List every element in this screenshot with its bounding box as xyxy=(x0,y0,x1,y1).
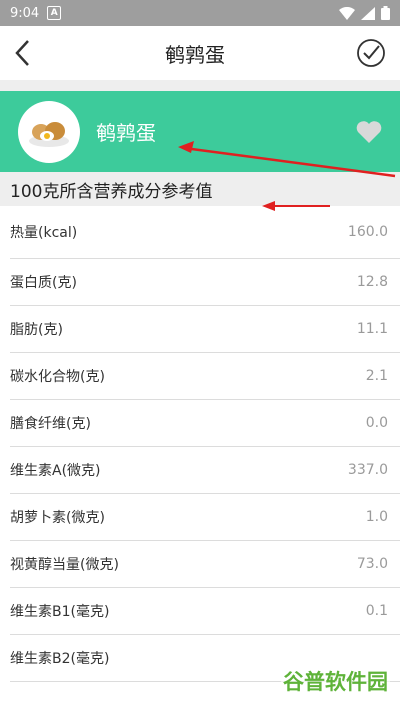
page-title: 鹌鹑蛋 xyxy=(165,42,225,67)
nutrient-value: 337.0 xyxy=(347,462,388,478)
nutrient-row: 碳水化合物(克) 2.1 xyxy=(10,353,400,400)
nutrient-value: 1.0 xyxy=(365,509,388,525)
signal-icon xyxy=(361,6,375,20)
nutrient-row: 视黄醇当量(微克) 73.0 xyxy=(10,541,400,588)
nutrient-value: 160.0 xyxy=(347,224,388,240)
nutrient-row: 脂肪(克) 11.1 xyxy=(10,306,400,353)
nutrient-label: 膳食纤维(克) xyxy=(10,416,91,432)
nutrient-label: 蛋白质(克) xyxy=(10,275,77,291)
notification-a-icon: A xyxy=(47,6,62,20)
title-bar: 鹌鹑蛋 xyxy=(0,26,400,80)
food-name: 鹌鹑蛋 xyxy=(96,121,156,145)
nutrition-list: 热量(kcal) 160.0 蛋白质(克) 12.8 脂肪(克) 11.1 碳水化合物… xyxy=(0,206,400,682)
nutrient-value: 12.8 xyxy=(356,274,388,290)
nutrient-value: 11.1 xyxy=(356,321,388,337)
nutrient-label: 脂肪(克) xyxy=(10,322,63,338)
nutrient-value: 0.1 xyxy=(365,603,388,619)
nutrient-label: 视黄醇当量(微克) xyxy=(10,557,119,573)
nutrient-label: 维生素B2(毫克) xyxy=(10,651,110,667)
nutrient-row: 维生素A(微克) 337.0 xyxy=(10,447,400,494)
nutrient-label: 胡萝卜素(微克) xyxy=(10,510,105,526)
nutrient-value: 73.0 xyxy=(356,556,388,572)
nutrient-row: 蛋白质(克) 12.8 xyxy=(10,259,400,306)
annotation-arrow-icon xyxy=(262,201,330,211)
annotation-arrow-icon xyxy=(178,141,396,178)
wifi-icon xyxy=(339,6,355,20)
watermark: 谷普软件园 xyxy=(281,666,390,696)
nutrient-row: 维生素B1(毫克) 0.1 xyxy=(10,588,400,635)
nutrient-label: 碳水化合物(克) xyxy=(10,369,105,385)
battery-icon xyxy=(381,6,390,20)
nutrient-row: 膳食纤维(克) 0.0 xyxy=(10,400,400,447)
status-time: 9:04 xyxy=(10,5,40,21)
nutrient-label: 维生素A(微克) xyxy=(10,463,101,479)
status-bar: 9:04 A xyxy=(0,0,400,26)
check-circle-icon[interactable] xyxy=(356,38,386,68)
egg-image-icon xyxy=(29,121,69,147)
nutrient-value: 0.0 xyxy=(365,415,388,431)
nutrient-row: 胡萝卜素(微克) 1.0 xyxy=(10,494,400,541)
nutrient-label: 热量(kcal) xyxy=(10,225,78,241)
nutrient-label: 维生素B1(毫克) xyxy=(10,604,110,620)
divider-gap xyxy=(0,80,400,91)
back-arrow-icon[interactable] xyxy=(12,38,34,68)
nutrient-row: 热量(kcal) 160.0 xyxy=(10,206,400,259)
food-avatar xyxy=(18,100,80,163)
nutrient-value: 2.1 xyxy=(365,368,388,384)
